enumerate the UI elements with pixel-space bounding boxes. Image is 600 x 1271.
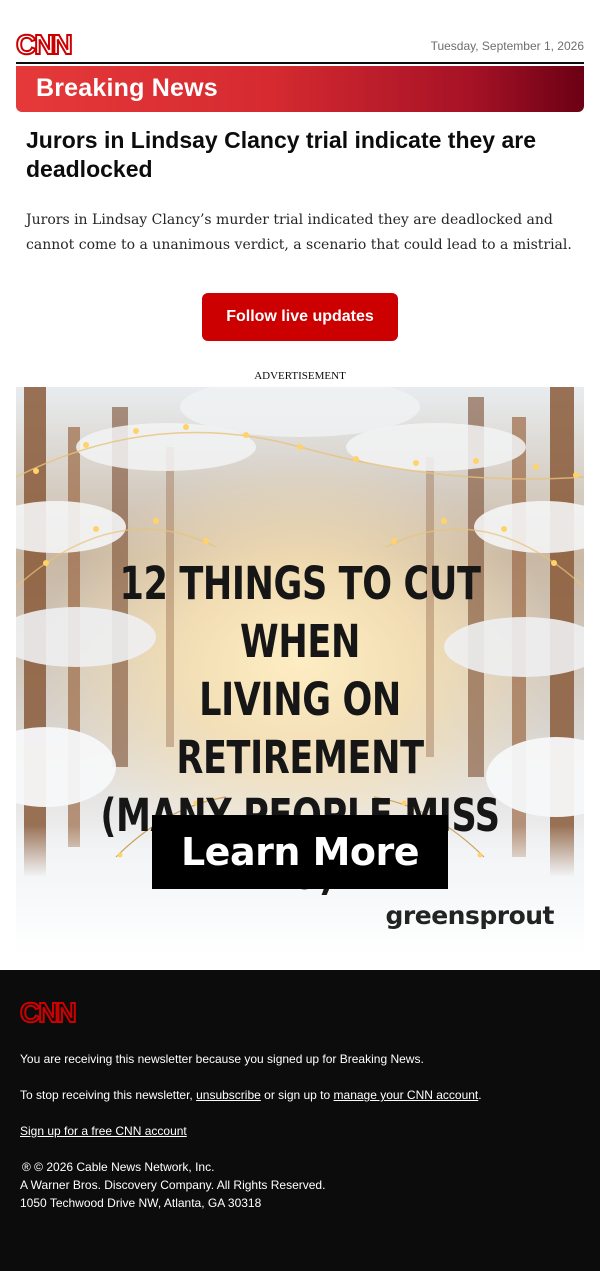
ad-learn-more-button[interactable]: Learn More <box>152 815 448 889</box>
unsubscribe-suffix: . <box>478 1088 482 1102</box>
banner-label: Breaking News <box>36 74 218 102</box>
signup-link[interactable]: Sign up for a free CNN account <box>20 1124 187 1138</box>
advertisement-banner[interactable]: 12 THINGS TO CUT WHEN LIVING ON RETIREME… <box>16 387 584 955</box>
story-headline[interactable]: Jurors in Lindsay Clancy trial indicate … <box>26 126 576 184</box>
header-divider <box>16 62 584 64</box>
unsubscribe-link[interactable]: unsubscribe <box>196 1088 261 1102</box>
newsletter-date: Tuesday, September 1, 2026 <box>430 39 584 53</box>
address: 1050 Techwood Drive NW, Atlanta, GA 3031… <box>20 1196 262 1210</box>
footer-cnn-logo[interactable]: CNN <box>19 997 78 1029</box>
copyright: ® © 2026 Cable News Network, Inc. <box>22 1160 215 1174</box>
story-summary: Jurors in Lindsay Clancy’s murder trial … <box>26 212 572 253</box>
ad-brand-logo: greensprout <box>385 901 555 930</box>
ad-headline-line: 12 THINGS TO CUT WHEN <box>119 557 481 668</box>
company-line: A Warner Bros. Discovery Company. All Ri… <box>20 1178 326 1192</box>
unsubscribe-prefix: To stop receiving this newsletter, <box>20 1088 197 1102</box>
follow-live-updates-button[interactable]: Follow live updates <box>202 293 398 341</box>
email-header: CNN Tuesday, September 1, 2026 <box>15 29 584 64</box>
subscription-notice: You are receiving this newsletter becaus… <box>20 1052 424 1066</box>
unsubscribe-notice: To stop receiving this newsletter, unsub… <box>20 1086 482 1104</box>
email-footer: CNN You are receiving this newsletter be… <box>0 970 600 1271</box>
unsubscribe-middle: or sign up to <box>260 1088 334 1102</box>
manage-account-link[interactable]: manage your CNN account <box>334 1088 479 1102</box>
breaking-news-banner: Breaking News <box>16 66 584 112</box>
ad-headline-line: LIVING ON RETIREMENT <box>176 673 424 784</box>
cnn-logo[interactable]: CNN <box>15 29 74 61</box>
advertisement-label: ADVERTISEMENT <box>254 370 346 382</box>
